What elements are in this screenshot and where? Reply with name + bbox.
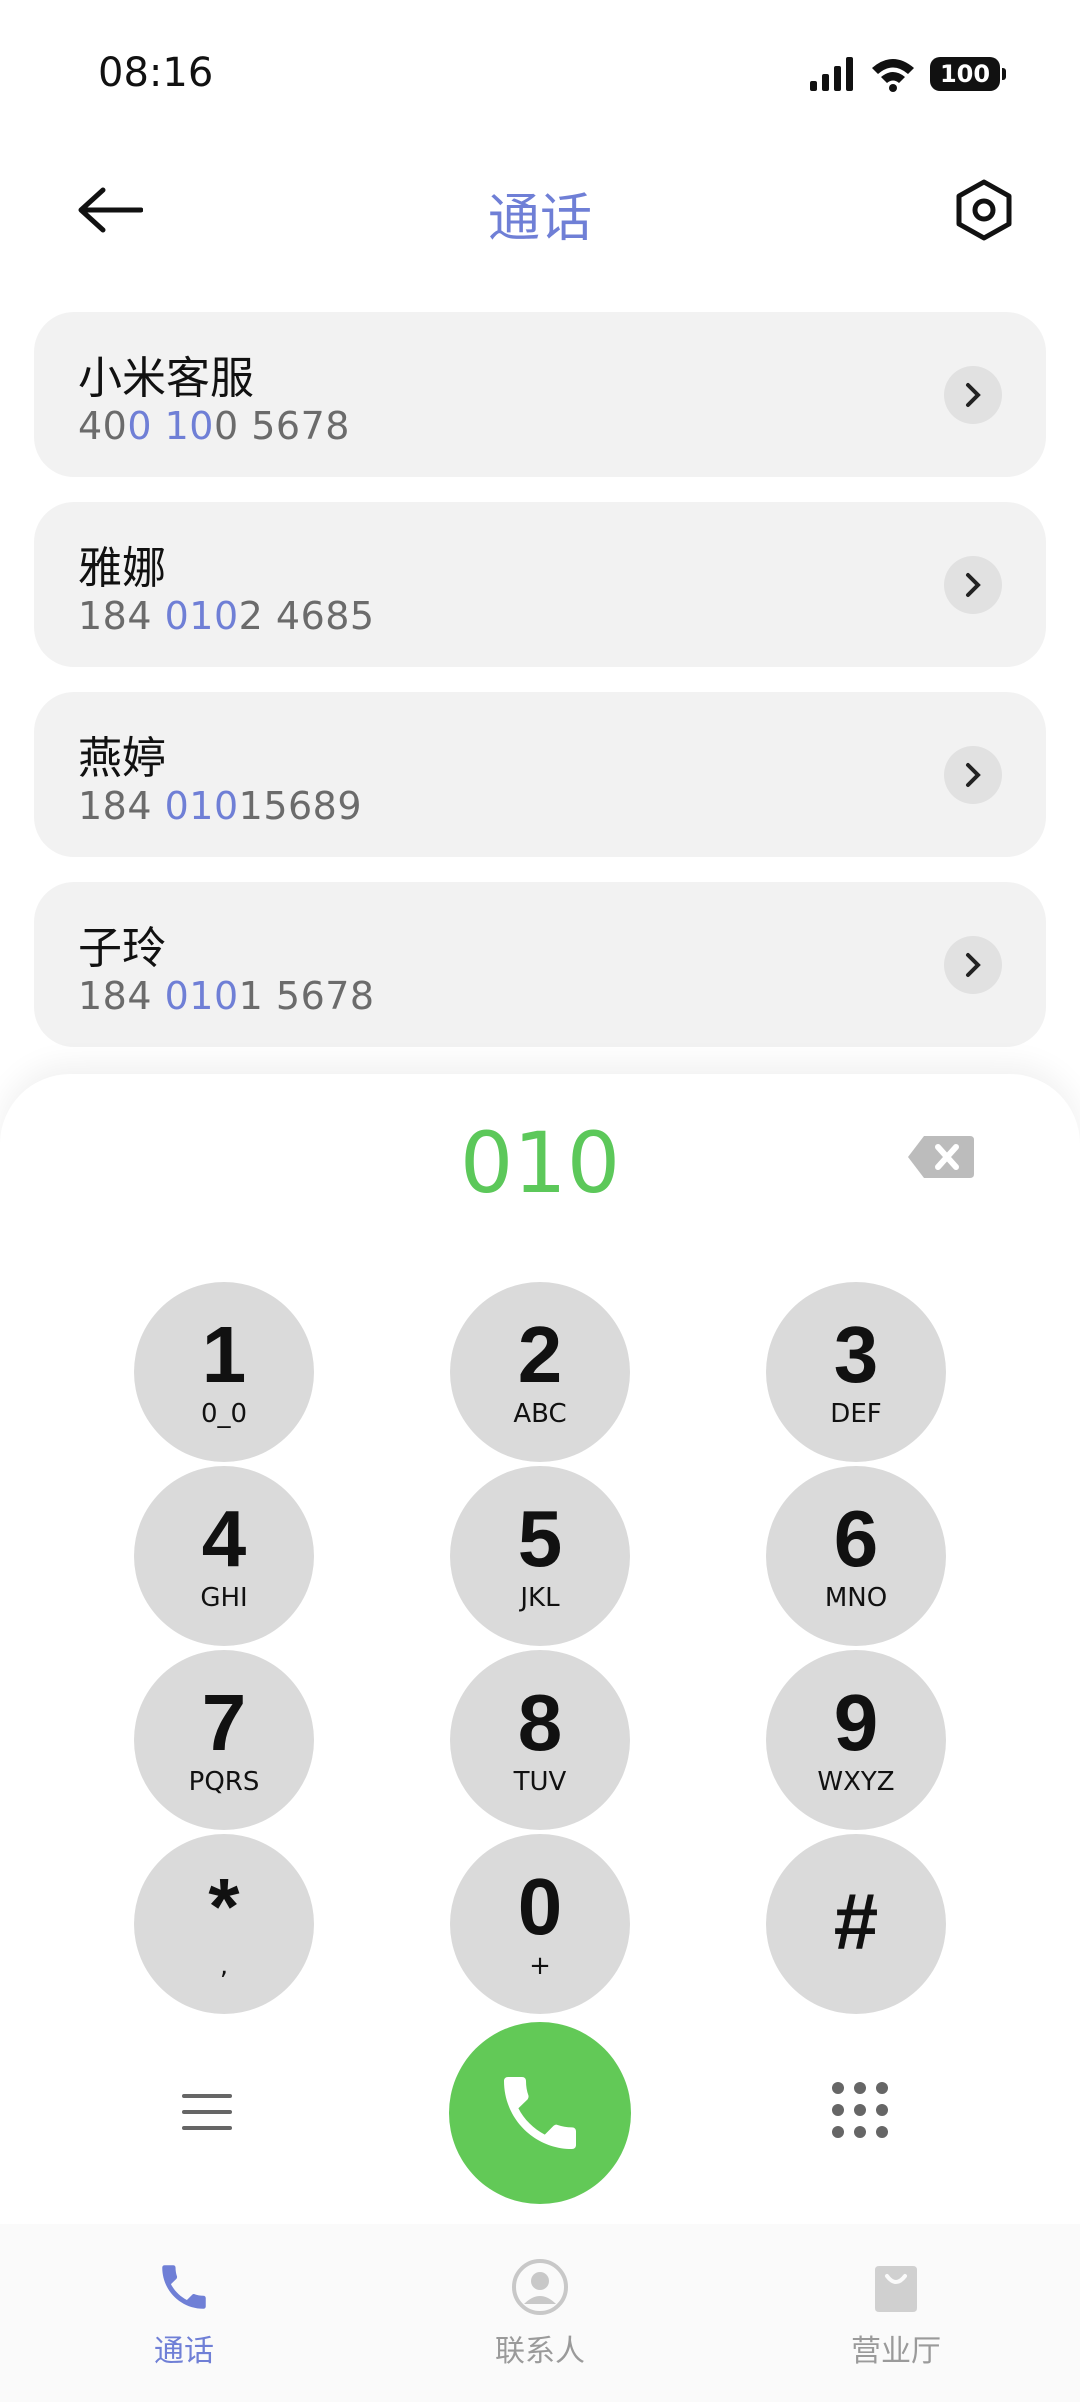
contact-list: 小米客服 400 100 5678 雅娜 184 0102 4685 燕婷 18…: [34, 312, 1046, 1072]
contact-number: 184 0102 4685: [78, 594, 375, 638]
contact-number: 184 01015689: [78, 784, 363, 828]
chevron-right-icon: [966, 573, 981, 597]
key-5[interactable]: 5 JKL: [450, 1466, 630, 1646]
contact-card[interactable]: 小米客服 400 100 5678: [34, 312, 1046, 477]
key-4[interactable]: 4 GHI: [134, 1466, 314, 1646]
nav-tab-contacts[interactable]: 联系人: [440, 2258, 640, 2370]
bottom-nav: 通话 联系人 营业厅: [0, 2224, 1080, 2402]
key-hash[interactable]: #: [766, 1834, 946, 2014]
nav-label: 营业厅: [851, 2334, 941, 2369]
contact-detail-button[interactable]: [944, 936, 1002, 994]
key-3[interactable]: 3 DEF: [766, 1282, 946, 1462]
status-icons: 100: [810, 56, 1006, 92]
shopping-bag-icon: [875, 2266, 917, 2312]
contact-card[interactable]: 燕婷 184 01015689: [34, 692, 1046, 857]
key-9[interactable]: 9 WXYZ: [766, 1650, 946, 1830]
backspace-icon: [908, 1136, 974, 1178]
battery-indicator: 100: [930, 57, 1006, 91]
key-7[interactable]: 7 PQRS: [134, 1650, 314, 1830]
header: 通话: [0, 150, 1080, 270]
key-star[interactable]: *,: [134, 1834, 314, 2014]
settings-button[interactable]: [948, 174, 1020, 246]
dial-actions: [0, 2022, 1080, 2204]
status-bar: 08:16 100: [0, 0, 1080, 150]
contact-name: 燕婷: [78, 733, 166, 784]
wifi-icon: [872, 59, 914, 92]
nav-label: 通话: [154, 2334, 214, 2369]
contact-card[interactable]: 子玲 184 0101 5678: [34, 882, 1046, 1047]
contact-detail-button[interactable]: [944, 556, 1002, 614]
dialpad-toggle-button[interactable]: [830, 2080, 890, 2140]
call-button[interactable]: [449, 2022, 631, 2204]
dialer-panel: 010 1 0_0 2 ABC 3 DEF 4 GHI 5 JKL 6 MNO 7 PQRS …: [0, 1074, 1080, 2224]
contact-card[interactable]: 雅娜 184 0102 4685: [34, 502, 1046, 667]
key-0[interactable]: 0 +: [450, 1834, 630, 2014]
nav-tab-service-hall[interactable]: 营业厅: [796, 2258, 996, 2370]
phone-icon: [162, 2265, 206, 2309]
key-6[interactable]: 6 MNO: [766, 1466, 946, 1646]
contact-detail-button[interactable]: [944, 746, 1002, 804]
chevron-right-icon: [966, 763, 981, 787]
page-title: 通话: [487, 189, 592, 249]
contact-name: 子玲: [78, 923, 166, 974]
nav-tab-calls[interactable]: 通话: [84, 2258, 284, 2370]
contact-number: 400 100 5678: [78, 404, 350, 448]
nav-label: 联系人: [495, 2334, 585, 2369]
chevron-right-icon: [966, 383, 981, 407]
contact-number: 184 0101 5678: [78, 974, 375, 1018]
chevron-right-icon: [966, 953, 981, 977]
contact-name: 雅娜: [78, 543, 166, 594]
key-2[interactable]: 2 ABC: [450, 1282, 630, 1462]
phone-icon: [504, 2077, 576, 2149]
contact-detail-button[interactable]: [944, 366, 1002, 424]
key-8[interactable]: 8 TUV: [450, 1650, 630, 1830]
contact-name: 小米客服: [78, 353, 254, 404]
key-1[interactable]: 1 0_0: [134, 1282, 314, 1462]
settings-hexagon-icon: [956, 179, 1012, 241]
status-time: 08:16: [98, 50, 214, 96]
backspace-button[interactable]: [906, 1134, 976, 1180]
menu-button[interactable]: [182, 2092, 262, 2142]
dialpad-grid-icon: [832, 2082, 888, 2138]
signal-icon: [810, 57, 853, 91]
menu-icon: [182, 2094, 232, 2130]
person-icon: [512, 2259, 568, 2315]
